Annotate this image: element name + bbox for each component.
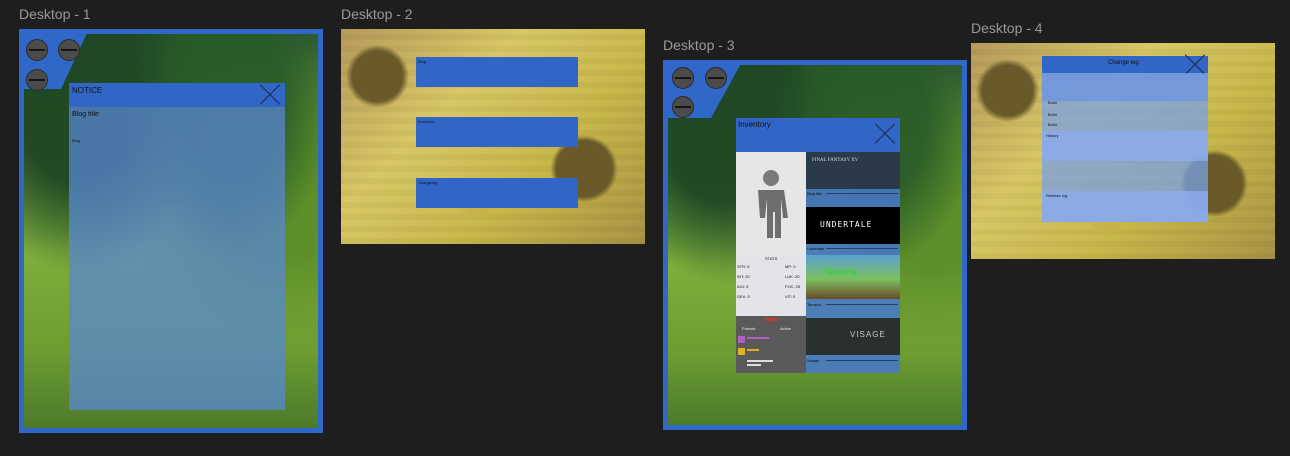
- game-divider: [826, 193, 898, 194]
- game-divider: [826, 248, 898, 249]
- changelog-line: Build: [1048, 100, 1057, 105]
- menu-bar-inventory[interactable]: Inventory: [416, 117, 578, 147]
- stat-agi: AGI: 5: [737, 284, 749, 289]
- game-banner-final-fantasy[interactable]: FINAL FANTASY XV: [806, 152, 900, 189]
- close-icon[interactable]: [259, 84, 281, 106]
- stats-title: STATS: [765, 256, 778, 261]
- inventory-title: Inventory: [738, 120, 771, 129]
- game-banner-text: FINAL FANTASY XV: [812, 158, 859, 163]
- minimize-icon[interactable]: [672, 67, 694, 89]
- inventory-panel: Inventory STATS STR: 5 MP: 0 INT: 20 LUK…: [736, 118, 900, 373]
- game-banner-undertale[interactable]: UNDERTALE: [806, 207, 900, 244]
- stat-str: STR: 5: [737, 264, 750, 269]
- stat-dex: DEX: 5: [737, 294, 750, 299]
- notice-header: NOTICE: [69, 83, 285, 107]
- character-portrait: [736, 152, 806, 254]
- friend-status-line: [747, 360, 773, 362]
- section-label: History: [1046, 133, 1059, 138]
- game-caption: Undertale: [807, 246, 825, 251]
- menu-bar-changelog[interactable]: Changelog: [416, 178, 578, 208]
- changelog-header: Change log: [1042, 56, 1208, 73]
- friends-logo: [765, 318, 777, 321]
- minimize-icon[interactable]: [26, 69, 48, 91]
- game-divider: [826, 304, 898, 305]
- stat-mp: MP: 0: [785, 264, 796, 269]
- friends-col-right: Active: [780, 326, 791, 331]
- blog-text: Blog: [72, 138, 81, 143]
- menu-bar-blog[interactable]: Blog: [416, 57, 578, 87]
- minimize-icon[interactable]: [58, 39, 80, 61]
- frame-label-desktop-4[interactable]: Desktop - 4: [971, 20, 1043, 36]
- changelog-line: Build: [1048, 122, 1057, 127]
- history-section[interactable]: History: [1042, 131, 1208, 161]
- minimize-icon[interactable]: [672, 96, 694, 118]
- minimize-icon[interactable]: [705, 67, 727, 89]
- frame-label-desktop-3[interactable]: Desktop - 3: [663, 37, 735, 53]
- inventory-header: Inventory: [736, 118, 900, 152]
- frame-label-desktop-1[interactable]: Desktop - 1: [19, 6, 91, 22]
- menu-bar-label: Blog: [418, 59, 427, 64]
- notice-panel: NOTICE Blog title Blog: [69, 83, 285, 410]
- menu-bar-label: Changelog: [418, 180, 438, 185]
- game-caption: Terraria: [807, 302, 821, 307]
- game-list: FINAL FANTASY XV Blog title UNDERTALE Un…: [806, 152, 900, 373]
- release-section[interactable]: Release log: [1042, 191, 1208, 222]
- stat-vit: VIT: 5: [785, 294, 796, 299]
- friend-status-line: [747, 364, 761, 366]
- desktop-3-frame: Inventory STATS STR: 5 MP: 0 INT: 20 LUK…: [663, 60, 967, 430]
- desktop-2-frame: Blog Inventory Changelog: [341, 29, 645, 244]
- game-banner-terraria[interactable]: Terraria: [806, 255, 900, 299]
- blog-title: Blog title: [72, 111, 99, 118]
- close-icon[interactable]: [874, 123, 896, 145]
- person-silhouette-icon: [758, 170, 788, 238]
- friends-panel: Friends Active: [736, 316, 806, 373]
- frame-label-desktop-2[interactable]: Desktop - 2: [341, 6, 413, 22]
- menu-bar-label: Inventory: [418, 119, 435, 124]
- game-divider: [826, 360, 898, 361]
- game-caption: Blog title: [807, 191, 823, 196]
- section-label: Release log: [1046, 193, 1068, 198]
- stat-int: INT: 20: [737, 274, 750, 279]
- stats-panel: STATS STR: 5 MP: 0 INT: 20 LUK: 20 AGI: …: [736, 254, 806, 316]
- game-banner-text: VISAGE: [850, 330, 886, 339]
- changelog-line: Build: [1048, 112, 1057, 117]
- notice-title: NOTICE: [72, 86, 103, 95]
- changelog-panel: Change log Build Build Build History Rel…: [1042, 56, 1208, 222]
- game-banner-text: Terraria: [824, 267, 857, 277]
- game-banner-visage[interactable]: VISAGE: [806, 318, 900, 355]
- changelog-section: [1042, 73, 1208, 101]
- desktop-1-frame: NOTICE Blog title Blog: [19, 29, 323, 433]
- stat-luk: LUK: 20: [785, 274, 800, 279]
- game-caption: Visage: [807, 358, 820, 363]
- minimize-icon[interactable]: [26, 39, 48, 61]
- friend-name-line: [747, 349, 759, 351]
- game-banner-text: UNDERTALE: [820, 220, 873, 229]
- avatar[interactable]: [738, 336, 745, 343]
- desktop-4-frame: Change log Build Build Build History Rel…: [971, 43, 1275, 259]
- avatar[interactable]: [738, 348, 745, 355]
- friend-name-line: [747, 337, 769, 339]
- stat-foc: FOC: 25: [785, 284, 801, 289]
- changelog-title: Change log: [1108, 60, 1139, 66]
- friends-col-left: Friends: [742, 326, 756, 331]
